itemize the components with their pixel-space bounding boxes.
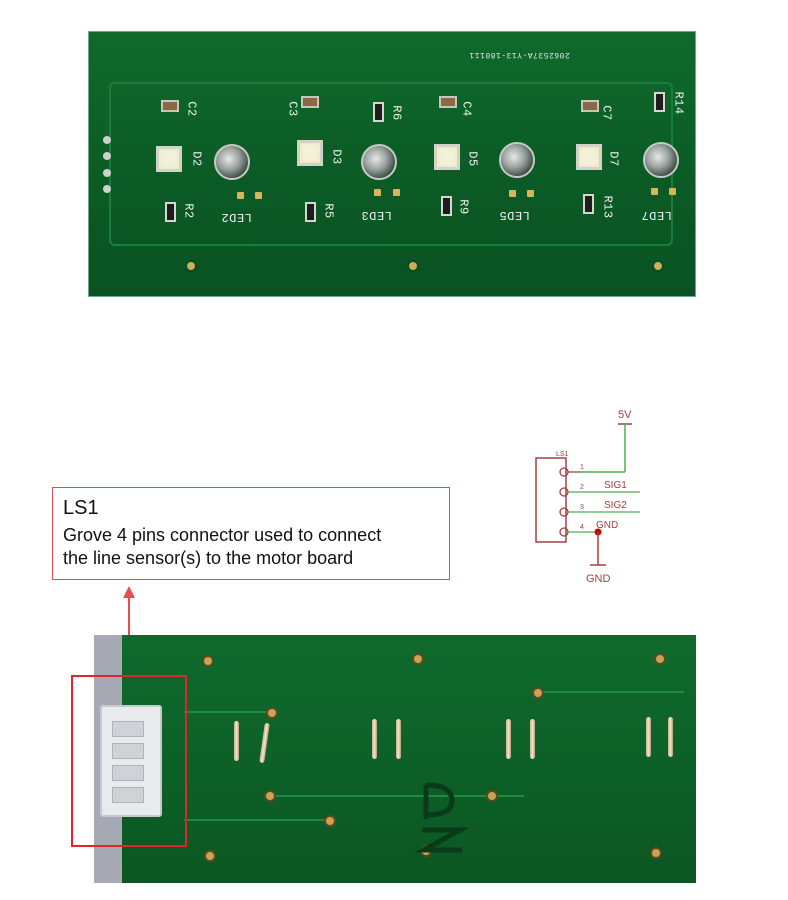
pad (374, 189, 381, 196)
component-leg (259, 722, 270, 764)
label-c7: C7 (599, 105, 614, 121)
svg-text:4: 4 (580, 524, 584, 531)
component-leg (372, 719, 377, 759)
photodiode (643, 142, 679, 178)
resistor (441, 196, 452, 216)
pad (509, 190, 516, 197)
pad (237, 192, 244, 199)
capacitor (301, 96, 319, 108)
label-led3: LED3 (361, 208, 392, 222)
component-leg (234, 721, 239, 761)
header-pin (103, 152, 111, 160)
label-c3: C3 (285, 101, 300, 117)
smd-led (156, 146, 182, 172)
capacitor (161, 100, 179, 112)
label-r6: R6 (389, 105, 404, 121)
header-pin (103, 169, 111, 177)
schematic-5v-label: 5V (618, 409, 632, 421)
schematic-gnd-label: GND (586, 573, 611, 585)
label-d5: D5 (465, 151, 480, 167)
mounting-hole (185, 260, 197, 272)
schematic-part-label: LS1 (556, 451, 569, 458)
component-leg (396, 719, 401, 759)
label-r2: R2 (181, 203, 196, 219)
pad (527, 190, 534, 197)
resistor (305, 202, 316, 222)
label-d2: D2 (189, 151, 204, 167)
pad (669, 188, 676, 195)
via (202, 655, 214, 667)
resistor (654, 92, 665, 112)
board-serial: 2062537A-Y13-180111 (469, 50, 570, 59)
photodiode (214, 144, 250, 180)
mounting-hole (652, 260, 664, 272)
component-leg (646, 717, 651, 757)
callout-box: LS1 Grove 4 pins connector used to conne… (52, 487, 450, 580)
label-r14: R14 (671, 91, 686, 115)
header-pin (103, 136, 111, 144)
label-d7: D7 (606, 151, 621, 167)
callout-description-line1: Grove 4 pins connector used to connect (63, 525, 382, 545)
label-r9: R9 (456, 199, 471, 215)
callout-description-line2: the line sensor(s) to the motor board (63, 548, 354, 568)
connector-highlight-box (71, 675, 187, 847)
label-d3: D3 (329, 149, 344, 165)
smd-led (576, 144, 602, 170)
pin-3: 3 SIG2 (559, 500, 640, 517)
via (204, 850, 216, 862)
label-r13: R13 (600, 195, 615, 219)
label-c4: C4 (459, 101, 474, 117)
via (264, 790, 276, 802)
silkscreen-logo (414, 782, 470, 853)
pin-2: 2 SIG1 (559, 480, 640, 497)
via (654, 653, 666, 665)
via (486, 790, 498, 802)
via (324, 815, 336, 827)
via (266, 707, 278, 719)
trace (184, 819, 324, 821)
trace (534, 691, 684, 693)
label-c2: C2 (184, 101, 199, 117)
resistor (373, 102, 384, 122)
svg-text:3: 3 (580, 504, 584, 511)
mounting-hole (407, 260, 419, 272)
via (650, 847, 662, 859)
resistor (583, 194, 594, 214)
connector-schematic: 5V LS1 1 2 SIG1 3 SIG2 4 GND GND (535, 409, 640, 585)
header-pin (103, 185, 111, 193)
svg-text:SIG1: SIG1 (604, 480, 627, 491)
label-led7: LED7 (641, 208, 672, 222)
trace (184, 711, 274, 713)
via (532, 687, 544, 699)
callout-title: LS1 (63, 497, 99, 519)
label-r5: R5 (321, 203, 336, 219)
pin-1: 1 (559, 464, 584, 477)
pin-4: 4 GND (559, 520, 618, 537)
svg-text:SIG2: SIG2 (604, 500, 627, 511)
component-leg (668, 717, 673, 757)
pad (651, 188, 658, 195)
label-led2: LED2 (221, 210, 252, 224)
component-leg (506, 719, 511, 759)
svg-text:1: 1 (580, 464, 584, 471)
top-board-photo: 2062537A-Y13-180111 C2 D2 R2 LED2 C3 R6 … (88, 31, 696, 297)
via (412, 653, 424, 665)
capacitor (581, 100, 599, 112)
capacitor (439, 96, 457, 108)
smd-led (297, 140, 323, 166)
pad (393, 189, 400, 196)
photodiode (499, 142, 535, 178)
label-led5: LED5 (499, 208, 530, 222)
component-leg (530, 719, 535, 759)
resistor (165, 202, 176, 222)
smd-led (434, 144, 460, 170)
photodiode (361, 144, 397, 180)
pad (255, 192, 262, 199)
svg-text:2: 2 (580, 484, 584, 491)
